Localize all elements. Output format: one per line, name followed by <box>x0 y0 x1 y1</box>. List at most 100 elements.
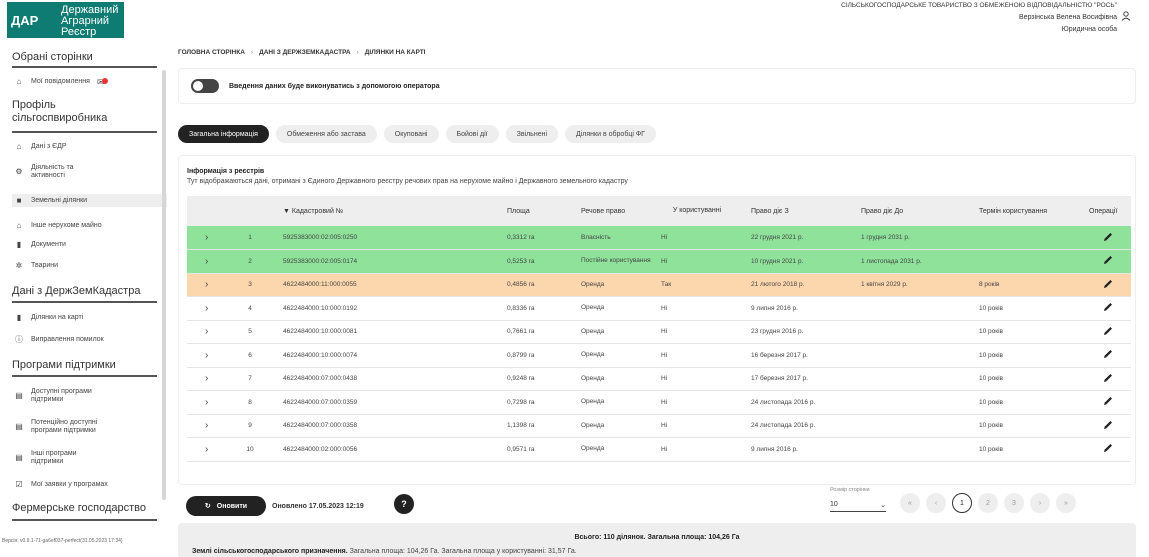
sidebar-item-notifications[interactable]: ⌂ Мої повідомлення ✉ <box>14 78 164 87</box>
section-title-favorites: Обрані сторінки <box>12 51 93 63</box>
first-page-button[interactable]: « <box>900 493 920 513</box>
edit-icon[interactable] <box>1085 437 1131 462</box>
chevron-right-icon[interactable]: › <box>187 437 237 462</box>
table-row[interactable]: › 10 4622484000:02:000:0056 0,9571 га Оренда… <box>187 437 1131 462</box>
logo-line-1: Державний <box>61 3 119 16</box>
section-title-cadastre: Дані з ДержЗемКадастра <box>12 285 141 297</box>
col-cadastral[interactable]: ▼ Кадастровий № <box>263 196 503 226</box>
right-type: Оренда <box>577 320 657 344</box>
chevron-right-icon[interactable]: › <box>187 414 237 438</box>
table-row[interactable]: › 8 4622484000:07:000:0359 0,7298 га Оренда Н… <box>187 390 1131 415</box>
sidebar-item-animals[interactable]: ✲ Тварини <box>14 262 164 270</box>
clipboard-icon: ▤ <box>15 391 23 400</box>
divider <box>12 519 157 521</box>
user-icon[interactable] <box>1121 11 1131 21</box>
chevron-right-icon[interactable]: › <box>187 226 237 250</box>
sidebar-item-my-applications[interactable]: ☑ Мої заявки у програмах <box>14 481 164 489</box>
area: 0,8336 га <box>503 296 577 321</box>
col-to[interactable]: Право діє До <box>847 196 965 226</box>
summary-panel: Всього: 110 ділянок. Загальна площа: 104… <box>178 523 1136 557</box>
refresh-button[interactable]: ↻ Оновити <box>186 496 266 516</box>
chevron-right-icon[interactable]: › <box>187 273 237 297</box>
col-area[interactable]: Площа <box>503 196 577 226</box>
chevron-right-icon[interactable]: › <box>187 367 237 391</box>
table-row[interactable]: › 7 4622484000:07:000:0438 0,9248 га Оренда Н… <box>187 367 1131 391</box>
chevron-right-icon[interactable]: › <box>187 343 237 368</box>
sidebar-item-land[interactable]: ■ Земельні ділянки <box>12 194 167 207</box>
edit-icon[interactable] <box>1085 390 1131 415</box>
edit-icon[interactable] <box>1085 273 1131 297</box>
sidebar-item-map[interactable]: ▮ Ділянки на карті <box>14 314 164 322</box>
edit-icon[interactable] <box>1085 367 1131 391</box>
edit-icon[interactable] <box>1085 320 1131 344</box>
table-row[interactable]: › 9 4622484000:07:000:0358 1,1398 га Оренда Н… <box>187 414 1131 438</box>
sidebar-item-other-programs[interactable]: ▤ Інші програми підтримки <box>14 450 164 466</box>
edit-icon[interactable] <box>1085 226 1131 250</box>
col-right[interactable]: Речове право <box>577 196 657 226</box>
breadcrumb-cadastre[interactable]: ДАНІ З ДЕРЖЗЕМКАДАСТРА <box>259 49 351 56</box>
tab-restrictions[interactable]: Обмеження або застава <box>275 125 377 143</box>
table-row[interactable]: › 5 4622484000:10:000:0081 0,7661 га Оренда Н… <box>187 320 1131 344</box>
term <box>965 226 1085 250</box>
edit-icon[interactable] <box>1085 296 1131 321</box>
chevron-right-icon[interactable]: › <box>187 296 237 321</box>
user-name[interactable]: Верзінська Велена Восифівна <box>1019 14 1117 21</box>
right-type: Оренда <box>577 296 657 321</box>
table-row[interactable]: › 4 4622484000:10:000:0192 0,8336 га Оренда Н… <box>187 296 1131 321</box>
next-page-button[interactable]: › <box>1030 493 1050 513</box>
info-subtitle: Тут відображаються дані, отримані з Єдин… <box>187 178 628 185</box>
chevron-right-icon[interactable]: › <box>187 249 237 274</box>
right-type: Оренда <box>577 367 657 391</box>
operator-toggle[interactable] <box>191 79 219 93</box>
page-button-1[interactable]: 1 <box>952 493 972 513</box>
right-type: Власність <box>577 226 657 250</box>
col-in-use[interactable]: У користуванні <box>657 196 737 226</box>
table-row[interactable]: › 6 4622484000:10:000:0074 0,8799 га Оренда Н… <box>187 343 1131 368</box>
section-title-programs: Програми підтримки <box>12 359 116 371</box>
table-row[interactable]: › 1 5925383000:02:005:0250 0,3312 га Власніс… <box>187 226 1131 250</box>
breadcrumb-home[interactable]: ГОЛОВНА СТОРІНКА <box>178 49 245 56</box>
edit-icon[interactable] <box>1085 414 1131 438</box>
page-button-2[interactable]: 2 <box>978 493 998 513</box>
sidebar-item-other-property[interactable]: ⌂ Інше нерухоме майно <box>14 222 164 230</box>
chevron-right-icon[interactable]: › <box>187 390 237 415</box>
area: 0,4856 га <box>503 273 577 297</box>
check-icon: ☑ <box>15 480 23 489</box>
table-row[interactable]: › 2 5925383000:02:005:0174 0,5253 га Постійн… <box>187 249 1131 274</box>
breadcrumb-current: ДІЛЯНКИ НА КАРТІ <box>364 49 426 56</box>
term: 10 років <box>965 367 1085 391</box>
col-from[interactable]: Право діє З <box>737 196 847 226</box>
sidebar-item-available-programs[interactable]: ▤ Доступні програми підтримки <box>14 388 164 404</box>
tab-general-info[interactable]: Загальна інформація <box>178 125 269 143</box>
chevron-right-icon[interactable]: › <box>187 320 237 344</box>
tab-farm-plots[interactable]: Ділянки в обробці ФГ <box>565 125 656 143</box>
right-type: Оренда <box>577 343 657 368</box>
right-to: 1 грудня 2031 р. <box>847 226 965 250</box>
table-row[interactable]: › 3 4622484000:11:000:0055 0,4856 га Оренда Т… <box>187 273 1131 297</box>
col-operations: Операції <box>1085 196 1131 226</box>
page-button-3[interactable]: 3 <box>1004 493 1024 513</box>
sidebar-item-corrections[interactable]: ⓘ Виправлення помилок <box>14 336 164 344</box>
sidebar: ДАР Державний Аграрний Реєстр Обрані сто… <box>0 0 170 557</box>
summary-total: Всього: 110 ділянок. Загальна площа: 104… <box>574 534 740 541</box>
sidebar-item-activity[interactable]: ⚙ Діяльність та активності <box>14 164 164 180</box>
sidebar-item-documents[interactable]: ▮ Документи <box>14 241 164 249</box>
sidebar-item-edr[interactable]: ⌂ Дані з ЄДР <box>14 143 164 151</box>
sidebar-scrollbar[interactable] <box>162 70 166 500</box>
edit-icon[interactable] <box>1085 249 1131 274</box>
page-size-select[interactable]: 10 ⌄ <box>830 498 886 512</box>
sidebar-item-potential-programs[interactable]: ▤ Потенційно доступні програми підтримки <box>14 419 164 435</box>
last-page-button[interactable]: » <box>1056 493 1076 513</box>
tab-combat[interactable]: Бойові дії <box>445 125 499 143</box>
version-text: Версія: v0.9.1-71-ga6ef037-perfect(31.05… <box>2 538 123 544</box>
logo[interactable]: ДАР Державний Аграрний Реєстр <box>7 0 125 40</box>
page-size-value: 10 <box>830 501 838 508</box>
refresh-label: Оновити <box>216 502 248 510</box>
tab-occupied[interactable]: Окуповані <box>383 125 439 143</box>
edit-icon[interactable] <box>1085 343 1131 368</box>
tab-liberated[interactable]: Звільнені <box>505 125 559 143</box>
col-term[interactable]: Термін користування <box>965 196 1085 226</box>
help-button[interactable]: ? <box>394 494 414 514</box>
area: 0,7298 га <box>503 390 577 415</box>
prev-page-button[interactable]: ‹ <box>926 493 946 513</box>
